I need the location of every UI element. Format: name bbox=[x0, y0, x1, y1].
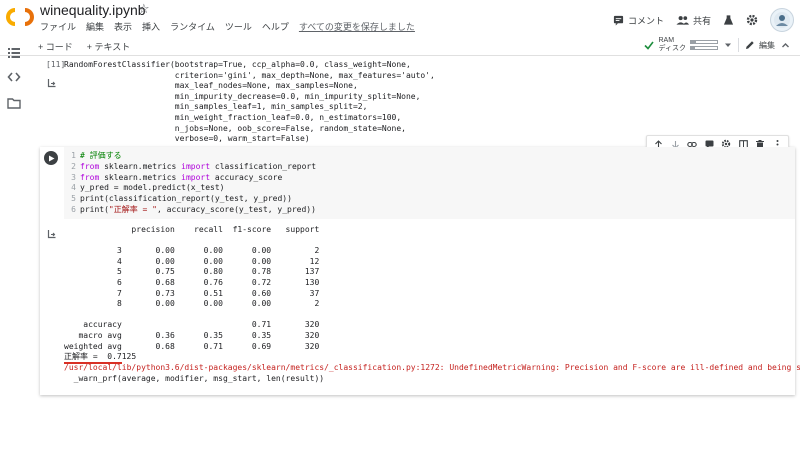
share-label: 共有 bbox=[692, 15, 711, 26]
comment-label: コメント bbox=[627, 15, 664, 26]
keyword-import: import bbox=[181, 172, 211, 182]
code-lines: 1 # 評価する 2 from sklearn.metrics import cla… bbox=[68, 151, 316, 216]
line-number: 4 bbox=[71, 183, 76, 193]
folder-icon[interactable] bbox=[7, 96, 21, 110]
code-statement: print( bbox=[80, 204, 109, 214]
model-repr-output: RandomForestClassifier(bootstrap=True, c… bbox=[64, 60, 435, 144]
code-comment: # 評価する bbox=[80, 151, 122, 160]
previous-cell-output: [11] RandomForestClassifier(bootstrap=Tr… bbox=[40, 60, 800, 143]
menu-insert[interactable]: 挿入 bbox=[142, 20, 160, 33]
menu-file[interactable]: ファイル bbox=[40, 20, 76, 33]
warning-source-line: _warn_prf(average, modifier, msg_start, … bbox=[64, 373, 325, 383]
ram-label: RAM bbox=[658, 37, 675, 44]
code-snippets-icon[interactable] bbox=[7, 70, 21, 84]
comment-button[interactable]: コメント bbox=[613, 14, 664, 27]
cell-output: precision recall f1-score support 3 0.00… bbox=[40, 223, 800, 395]
header-actions: コメント 共有 bbox=[613, 8, 794, 32]
edit-label: 編集 bbox=[759, 40, 775, 50]
imported-name: classification_report bbox=[210, 161, 317, 171]
warning-output: /usr/local/lib/python3.6/dist-packages/s… bbox=[64, 363, 800, 384]
check-icon bbox=[644, 41, 655, 50]
menu-runtime[interactable]: ランタイム bbox=[170, 20, 215, 33]
avatar[interactable] bbox=[770, 8, 794, 32]
code-statement: print(classification_report(y_test, y_pr… bbox=[80, 194, 292, 204]
menu-tools[interactable]: ツール bbox=[225, 20, 252, 33]
comment-icon bbox=[613, 15, 624, 26]
app-header: winequality.ipynb ☆ ファイル 編集 表示 挿入 ランタイム … bbox=[0, 0, 800, 36]
module-name: sklearn.metrics bbox=[99, 161, 182, 171]
avatar-image-icon bbox=[774, 12, 790, 28]
add-text-button[interactable]: + テキスト bbox=[87, 40, 131, 53]
line-number: 1 bbox=[71, 151, 76, 160]
gear-icon[interactable] bbox=[746, 14, 758, 26]
run-cell-button[interactable] bbox=[44, 151, 58, 165]
pencil-icon bbox=[746, 41, 754, 49]
toolbar-divider bbox=[738, 38, 739, 52]
people-icon bbox=[676, 16, 689, 25]
imported-name: accuracy_score bbox=[210, 172, 283, 182]
toc-icon[interactable] bbox=[7, 46, 21, 60]
classification-report: precision recall f1-score support 3 0.00… bbox=[64, 225, 320, 351]
menu-bar: ファイル 編集 表示 挿入 ランタイム ツール ヘルプ すべての変更を保存しまし… bbox=[40, 20, 415, 33]
code-editor[interactable]: 1 # 評価する 2 from sklearn.metrics import cla… bbox=[64, 147, 795, 219]
keyword-from: from bbox=[80, 172, 100, 182]
keyword-from: from bbox=[80, 161, 100, 171]
notebook-title[interactable]: winequality.ipynb bbox=[40, 2, 146, 18]
colab-logo[interactable] bbox=[6, 7, 34, 27]
share-button[interactable]: 共有 bbox=[676, 14, 711, 27]
line-number: 2 bbox=[71, 161, 76, 171]
play-icon bbox=[49, 155, 55, 161]
ram-disk-indicator[interactable]: RAM ディスク bbox=[644, 37, 718, 53]
execution-count: [11] bbox=[46, 60, 66, 69]
line-number: 6 bbox=[71, 204, 76, 214]
star-icon[interactable]: ☆ bbox=[138, 1, 150, 17]
code-statement: y_pred = model.predict(x_test) bbox=[80, 183, 225, 193]
line-number: 5 bbox=[71, 194, 76, 204]
string-literal: "正解率 = " bbox=[108, 204, 157, 214]
chevron-down-icon[interactable] bbox=[724, 41, 732, 49]
add-code-button[interactable]: + コード bbox=[38, 40, 73, 53]
keyword-import: import bbox=[181, 161, 211, 171]
line-number: 3 bbox=[71, 172, 76, 182]
warning-message: /usr/local/lib/python3.6/dist-packages/s… bbox=[64, 363, 800, 372]
code-statement: , accuracy_score(y_test, y_pred)) bbox=[157, 204, 316, 214]
output-menu-icon[interactable] bbox=[47, 229, 57, 239]
menu-view[interactable]: 表示 bbox=[114, 20, 132, 33]
ram-bar bbox=[690, 40, 718, 44]
save-status[interactable]: すべての変更を保存しました bbox=[299, 20, 415, 33]
collapse-icon[interactable] bbox=[781, 41, 790, 50]
disk-label: ディスク bbox=[658, 45, 686, 52]
accuracy-output: 正解率 = 0.7125 bbox=[64, 352, 137, 361]
code-cell[interactable]: 1 # 評価する 2 from sklearn.metrics import cla… bbox=[40, 135, 800, 395]
module-name: sklearn.metrics bbox=[99, 172, 182, 182]
left-rail bbox=[0, 36, 28, 456]
menu-edit[interactable]: 編集 bbox=[86, 20, 104, 33]
flask-icon[interactable] bbox=[723, 14, 734, 26]
disk-bar bbox=[690, 46, 718, 50]
output-menu-icon[interactable] bbox=[47, 78, 57, 88]
notebook-toolbar: + コード + テキスト RAM ディスク 編集 bbox=[0, 36, 800, 56]
menu-help[interactable]: ヘルプ bbox=[262, 20, 289, 33]
edit-button[interactable]: 編集 bbox=[745, 40, 775, 51]
